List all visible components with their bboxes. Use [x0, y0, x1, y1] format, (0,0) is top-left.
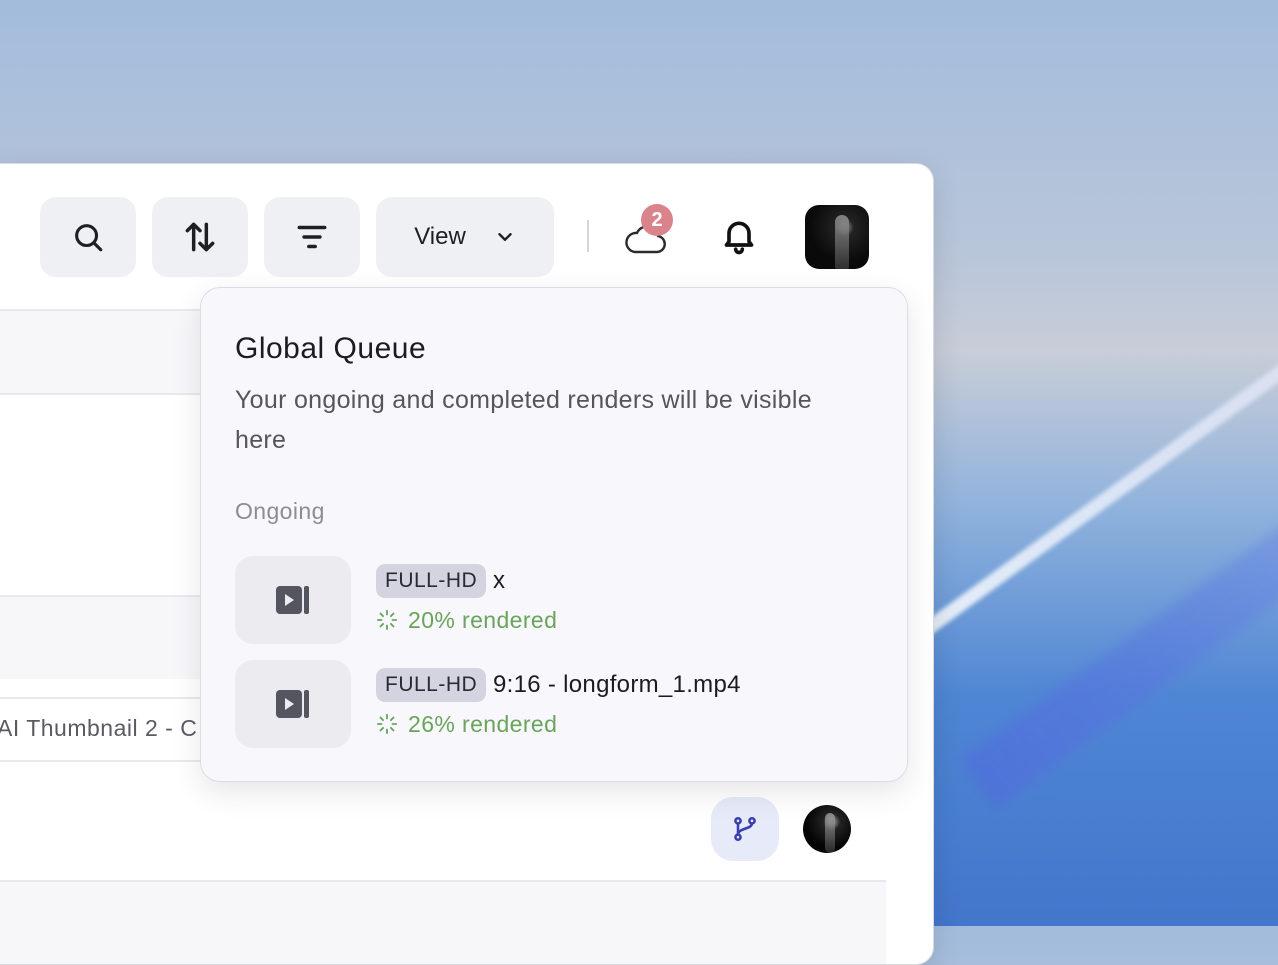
- loading-spinner-icon: [376, 609, 398, 631]
- quality-tag: FULL-HD: [376, 668, 487, 702]
- video-play-icon: [276, 586, 309, 614]
- collaborator-avatar[interactable]: [803, 805, 851, 853]
- job-status: 20% rendered: [376, 604, 557, 636]
- quality-tag: FULL-HD: [376, 564, 487, 598]
- view-dropdown[interactable]: View: [376, 197, 554, 277]
- view-dropdown-label: View: [414, 223, 466, 250]
- sort-button[interactable]: [152, 197, 248, 277]
- notification-badge: 2: [641, 204, 673, 236]
- bell-icon: [724, 221, 754, 255]
- filter-button[interactable]: [264, 197, 360, 277]
- render-job[interactable]: FULL-HD 9:16 - longform_1.mp4 26% render…: [235, 660, 875, 748]
- video-play-icon: [276, 690, 309, 718]
- search-button[interactable]: [40, 197, 136, 277]
- job-status-text: 26% rendered: [408, 710, 558, 737]
- job-thumbnail: [235, 660, 351, 748]
- toolbar-divider: [587, 220, 589, 252]
- branch-button[interactable]: [711, 797, 779, 861]
- job-thumbnail: [235, 556, 351, 644]
- popover-title: Global Queue: [235, 332, 427, 365]
- user-avatar[interactable]: [805, 205, 869, 269]
- loading-spinner-icon: [376, 713, 398, 735]
- section-label-ongoing: Ongoing: [235, 498, 325, 524]
- thumbnail-name[interactable]: AI Thumbnail 2 - C: [0, 715, 197, 742]
- render-queue-button[interactable]: 2: [619, 204, 679, 264]
- sort-arrows-icon: [185, 222, 215, 252]
- git-branch-icon: [734, 816, 756, 842]
- filter-lines-icon: [297, 225, 327, 249]
- search-icon: [75, 224, 103, 252]
- job-name: x: [493, 567, 506, 594]
- table-row-band: [0, 882, 886, 964]
- job-name: 9:16 - longform_1.mp4: [493, 671, 741, 698]
- job-status: 26% rendered: [376, 708, 557, 740]
- notifications-button[interactable]: [719, 214, 759, 261]
- global-queue-popover: Global Queue Your ongoing and completed …: [200, 287, 908, 782]
- popover-subtitle: Your ongoing and completed renders will …: [235, 386, 812, 454]
- job-status-text: 20% rendered: [408, 606, 558, 633]
- wallpaper-shape: [960, 477, 1278, 809]
- chevron-down-icon: [498, 233, 512, 241]
- render-job[interactable]: FULL-HD x 20% rendered: [235, 556, 875, 644]
